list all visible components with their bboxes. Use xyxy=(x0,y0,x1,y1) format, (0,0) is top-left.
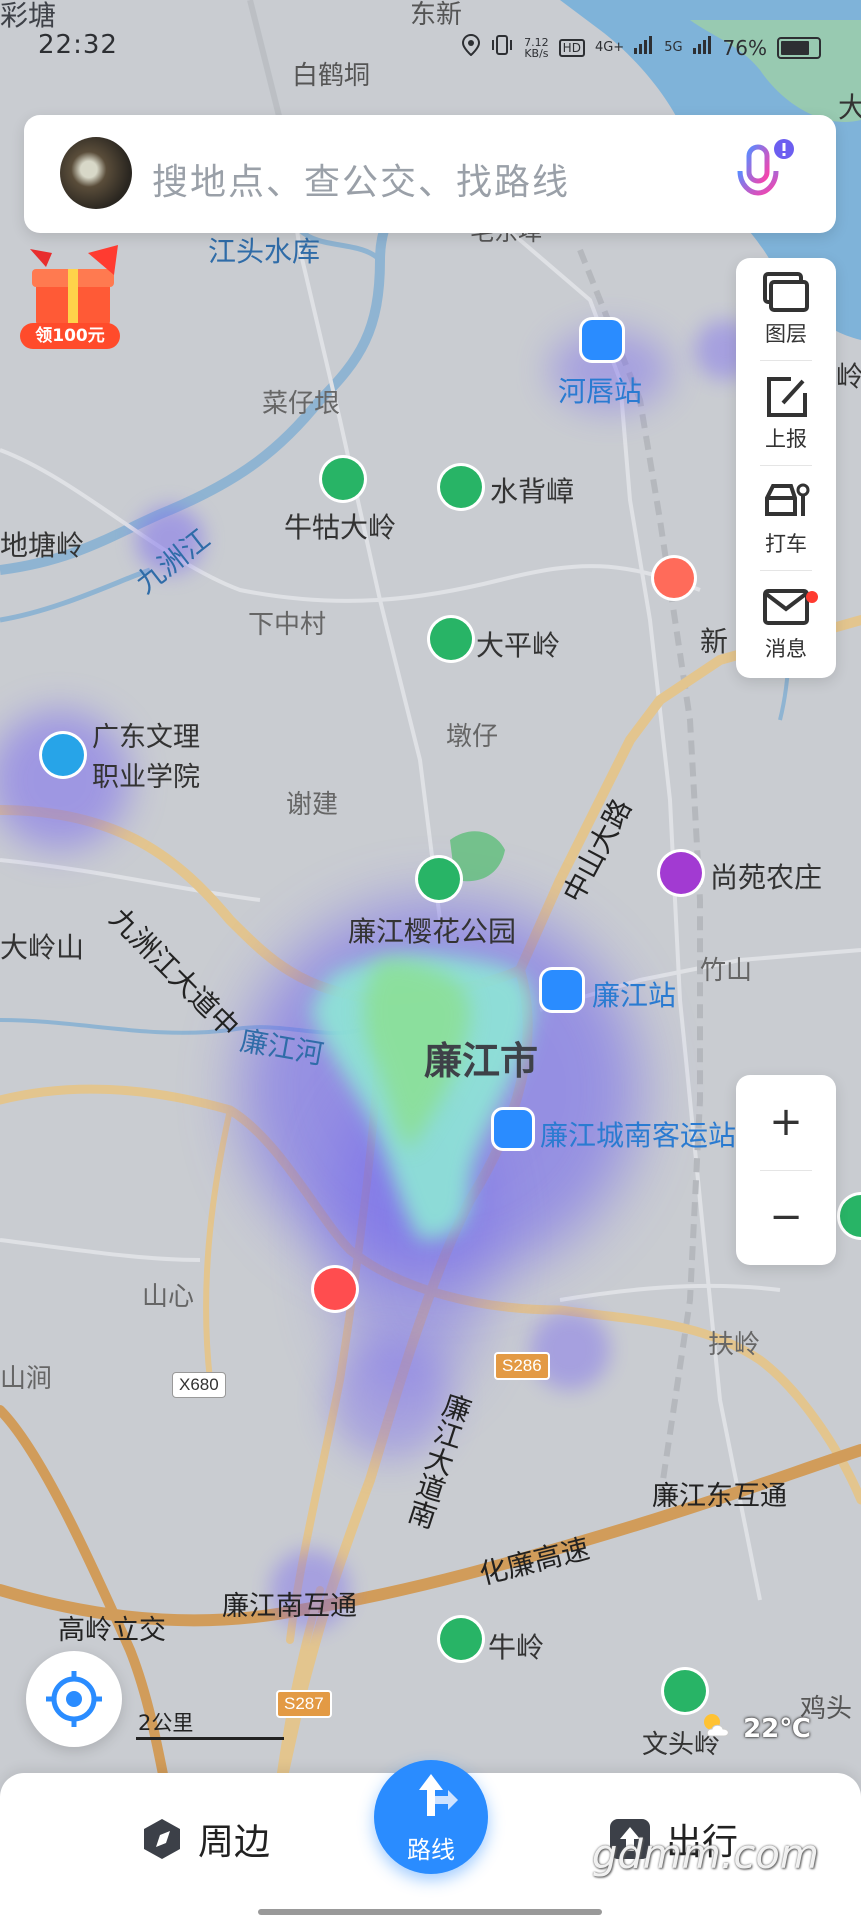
map-label: 河唇站 xyxy=(558,375,643,408)
farm-icon[interactable] xyxy=(660,852,702,894)
signal-4g: 4G+ xyxy=(594,40,625,55)
layers-button[interactable]: 图层 xyxy=(736,258,836,358)
nav-nearby-label: 周边 xyxy=(198,1822,271,1863)
route-label: 路线 xyxy=(407,1836,455,1864)
zoom-in-button[interactable]: + xyxy=(736,1075,836,1170)
map-scale: 2公里 xyxy=(138,1711,194,1735)
battery-icon xyxy=(777,36,821,59)
report-button[interactable]: 上报 xyxy=(736,363,836,463)
signal-5g: 5G xyxy=(664,40,683,55)
taxi-button[interactable]: 打车 xyxy=(736,468,836,568)
map-label: 菜仔垠 xyxy=(262,389,341,419)
road-shield-s286: S286 xyxy=(494,1352,550,1380)
map-label: 尚苑农庄 xyxy=(710,861,823,894)
mountain-icon[interactable] xyxy=(322,458,364,500)
river-branch xyxy=(0,567,151,623)
signal-bars-icon xyxy=(634,36,654,59)
rail-station-icon[interactable] xyxy=(542,970,582,1010)
route-arrow-icon xyxy=(419,1774,458,1816)
map-label: 廉江樱花公园 xyxy=(348,915,517,948)
home-indicator[interactable] xyxy=(258,1909,602,1915)
mountain-icon[interactable] xyxy=(440,466,482,508)
scale-bar xyxy=(136,1737,284,1740)
locate-button[interactable] xyxy=(26,1651,122,1747)
map-label: 廉江站 xyxy=(592,979,677,1012)
battery-percent: 76% xyxy=(722,35,767,60)
route-button[interactable]: 路线 xyxy=(374,1760,488,1874)
nav-nearby[interactable]: 周边 xyxy=(138,1813,270,1865)
taxi-icon xyxy=(765,483,810,516)
map-label: 山心 xyxy=(142,1282,195,1312)
map-label: 江头水库 xyxy=(208,235,321,268)
promo-label: 领100元 xyxy=(20,323,120,349)
road-shield-s287: S287 xyxy=(276,1690,332,1718)
tool-label: 打车 xyxy=(765,532,807,556)
zoom-out-button[interactable]: − xyxy=(736,1170,836,1265)
map-label: 扶岭 xyxy=(708,1330,761,1360)
search-bar[interactable]: 搜地点、查公交、找路线 xyxy=(24,115,836,233)
map-label: 墩仔 xyxy=(446,722,499,752)
map-label: 水背嶂 xyxy=(490,475,575,508)
map-tools-panel: 图层 上报 打车 消息 xyxy=(736,258,836,678)
zoom-control: + − xyxy=(736,1075,836,1265)
map-label: 廉江市 xyxy=(424,1039,539,1083)
compass-icon xyxy=(144,1819,180,1859)
net-speed: 7.12 KB/s xyxy=(524,35,549,60)
map-label: 下中村 xyxy=(248,610,327,640)
red-packet-promo[interactable]: 领100元 xyxy=(18,245,128,355)
tool-label: 消息 xyxy=(765,637,807,661)
road-shield-x680: X680 xyxy=(172,1372,226,1398)
map-label: 廉江东互通 xyxy=(652,1481,787,1512)
map-label: 山涧 xyxy=(0,1364,53,1394)
weather-widget[interactable]: 22℃ xyxy=(700,1712,811,1747)
mountain-icon[interactable] xyxy=(440,1618,482,1660)
microphone-icon[interactable] xyxy=(726,139,796,209)
signal-bars-icon xyxy=(692,36,713,59)
gift-box-icon xyxy=(30,245,118,327)
map-label: 牛牯大岭 xyxy=(284,511,397,544)
map-label: 新 xyxy=(700,625,729,658)
mail-icon xyxy=(763,589,809,625)
map-label: 地塘岭 xyxy=(0,529,85,562)
construction-icon[interactable] xyxy=(654,558,694,598)
map-label: 牛岭 xyxy=(488,1631,545,1664)
map-label: 岭 xyxy=(836,360,861,393)
map-label: 廉江南互通 xyxy=(222,1591,357,1622)
weather-temp: 22℃ xyxy=(743,1714,811,1744)
map-label: 谢建 xyxy=(286,790,339,820)
tool-label: 图层 xyxy=(765,322,807,346)
status-icons: 7.12 KB/s HD 4G+ 5G 76% xyxy=(462,33,821,61)
status-time: 22:32 xyxy=(38,30,118,60)
watermark: gdmm.com xyxy=(592,1832,819,1878)
location-icon xyxy=(462,33,481,61)
status-bar: 22:32 7.12 KB/s HD 4G+ 5G 76% xyxy=(0,0,861,95)
map-label: 广东文理 职业学院 xyxy=(92,722,200,793)
layers-icon xyxy=(763,272,809,312)
map-label: 高岭立交 xyxy=(58,1615,166,1646)
map-label: 大岭山 xyxy=(0,931,85,964)
map-label: 大平岭 xyxy=(476,629,561,662)
crosshair-icon xyxy=(46,1671,102,1727)
mountain-icon[interactable] xyxy=(664,1670,706,1712)
school-icon[interactable] xyxy=(42,734,84,776)
rail-station-icon[interactable] xyxy=(582,320,622,360)
hospital-icon[interactable] xyxy=(314,1268,356,1310)
park-icon[interactable] xyxy=(418,858,460,900)
report-icon xyxy=(767,377,807,417)
avatar[interactable] xyxy=(60,137,132,209)
bus-station-icon[interactable] xyxy=(494,1110,532,1148)
tool-label: 上报 xyxy=(765,427,807,451)
vibrate-icon xyxy=(490,34,514,61)
partly-cloudy-icon xyxy=(700,1712,734,1747)
map-label: 竹山 xyxy=(700,956,753,986)
map-canvas[interactable]: 彩塘 东新 白鹤垌 江头水库 毛东埠 菜仔垠 河唇站 牛牯大岭 水背嶂 九洲江 … xyxy=(0,0,861,1920)
search-input[interactable]: 搜地点、查公交、找路线 xyxy=(152,153,570,205)
mountain-icon[interactable] xyxy=(430,618,472,660)
unread-dot xyxy=(806,591,818,603)
hd-badge: HD xyxy=(558,38,585,57)
messages-button[interactable]: 消息 xyxy=(736,573,836,673)
map-label: 廉江城南客运站 xyxy=(540,1119,737,1152)
